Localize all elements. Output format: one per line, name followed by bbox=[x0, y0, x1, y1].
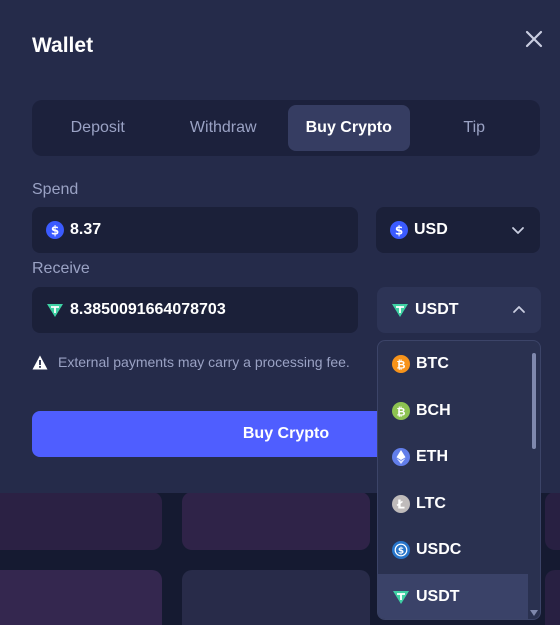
option-label: USDT bbox=[416, 587, 460, 605]
dropdown-option-ltc[interactable]: Ł LTC bbox=[378, 481, 528, 528]
close-icon bbox=[525, 30, 543, 48]
tab-withdraw[interactable]: Withdraw bbox=[163, 105, 285, 151]
receive-currency-dropdown: ₿ BTC ₿ BCH ETH Ł LTC $ USDC USDT bbox=[377, 340, 541, 620]
svg-text:Ł: Ł bbox=[396, 497, 405, 511]
option-label: BTC bbox=[416, 355, 449, 373]
dropdown-option-eth[interactable]: ETH bbox=[378, 434, 528, 481]
litecoin-icon: Ł bbox=[392, 494, 410, 513]
close-button[interactable] bbox=[522, 27, 546, 51]
receive-currency-select[interactable]: USDT bbox=[377, 287, 541, 333]
dropdown-option-btc[interactable]: ₿ BTC bbox=[378, 341, 528, 388]
spend-currency-select[interactable]: $ USD bbox=[376, 207, 540, 253]
option-label: ETH bbox=[416, 448, 448, 466]
background-game-card bbox=[182, 492, 370, 550]
warning-icon bbox=[32, 355, 48, 369]
tab-deposit[interactable]: Deposit bbox=[37, 105, 159, 151]
svg-text:₿: ₿ bbox=[397, 359, 406, 372]
tether-icon bbox=[392, 588, 410, 606]
bitcoin-cash-icon: ₿ bbox=[392, 401, 410, 420]
dropdown-scrollbar[interactable] bbox=[532, 353, 536, 449]
notice-text: External payments may carry a processing… bbox=[58, 354, 350, 370]
svg-text:$: $ bbox=[395, 224, 403, 238]
tether-icon bbox=[391, 301, 409, 319]
dollar-coin-icon: $ bbox=[390, 221, 408, 239]
background-game-card bbox=[0, 492, 162, 550]
receive-label: Receive bbox=[32, 260, 90, 277]
spend-currency-value: USD bbox=[414, 221, 448, 238]
svg-text:₿: ₿ bbox=[397, 405, 406, 418]
option-label: BCH bbox=[416, 401, 451, 419]
dropdown-option-usdt[interactable]: USDT bbox=[378, 573, 528, 619]
modal-title: Wallet bbox=[32, 34, 94, 57]
processing-fee-notice: External payments may carry a processing… bbox=[32, 354, 350, 370]
bitcoin-icon: ₿ bbox=[392, 355, 410, 374]
chevron-up-icon bbox=[513, 306, 525, 313]
svg-text:$: $ bbox=[51, 224, 59, 238]
ethereum-icon bbox=[392, 448, 410, 467]
background-game-card bbox=[0, 570, 162, 625]
dropdown-option-usdc[interactable]: $ USDC bbox=[378, 527, 528, 574]
tab-buy-crypto[interactable]: Buy Crypto bbox=[288, 105, 410, 151]
receive-amount-input[interactable]: 8.3850091664078703 bbox=[32, 287, 358, 333]
spend-label: Spend bbox=[32, 181, 79, 198]
chevron-down-icon bbox=[512, 227, 524, 234]
receive-currency-value: USDT bbox=[415, 301, 459, 318]
spend-amount-input[interactable]: $ 8.37 bbox=[32, 207, 358, 253]
receive-amount-value: 8.3850091664078703 bbox=[70, 301, 226, 318]
svg-text:$: $ bbox=[398, 547, 404, 557]
dropdown-option-bch[interactable]: ₿ BCH bbox=[378, 388, 528, 435]
spend-amount-value: 8.37 bbox=[70, 221, 102, 238]
option-label: USDC bbox=[416, 541, 462, 559]
dollar-coin-icon: $ bbox=[46, 221, 64, 239]
tether-icon bbox=[46, 301, 64, 319]
background-game-card bbox=[182, 570, 370, 625]
scroll-down-arrow-icon[interactable] bbox=[530, 610, 538, 616]
background-game-card bbox=[545, 492, 560, 550]
tab-tip[interactable]: Tip bbox=[414, 105, 536, 151]
background-game-card bbox=[545, 570, 560, 625]
option-label: LTC bbox=[416, 494, 446, 512]
usdc-icon: $ bbox=[392, 541, 410, 560]
wallet-tabs: Deposit Withdraw Buy Crypto Tip bbox=[32, 100, 540, 156]
